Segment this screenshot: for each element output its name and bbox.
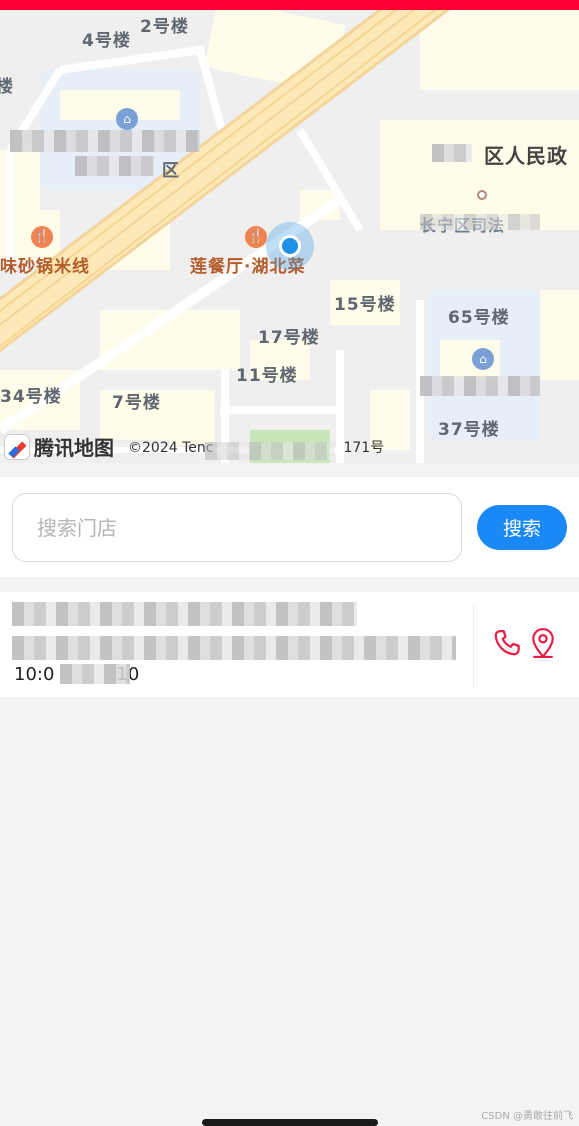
blurred-map-label [420,376,540,396]
map-label-building-11: 11号楼 [236,366,298,386]
map-label-community: 区 [162,161,180,181]
map-label-building-37: 37号楼 [438,420,500,440]
search-button[interactable]: 搜索 [477,505,567,550]
current-location-dot [279,235,301,257]
map-label-building-left: 楼 [0,77,14,97]
home-indicator[interactable] [202,1119,378,1126]
tencent-map-logo: 腾讯地图 [4,432,114,461]
store-address-redacted [12,636,456,660]
restaurant-poi-icon: 🍴 [31,226,53,248]
map-label-building-2: 2号楼 [140,17,189,37]
card-divider [473,606,474,688]
blurred-map-label [75,156,155,176]
map-label-building-4: 4号楼 [82,31,131,51]
store-search-input[interactable] [12,493,462,562]
compass-icon [4,433,30,460]
location-pin-icon[interactable] [528,626,558,660]
top-status-bar [0,0,579,10]
blurred-map-label [205,442,335,460]
search-bar: 搜索 [0,477,579,577]
blurred-map-label [432,144,472,162]
map-label-building-65: 65号楼 [448,308,510,328]
store-list-item[interactable]: 10:010 [0,592,579,697]
residence-icon: ⌂ [116,108,138,130]
map-label-building-7: 7号楼 [112,393,161,413]
blurred-map-label [420,214,540,230]
map-label-building-17: 17号楼 [258,328,320,348]
copyright-tail: 171号 [343,440,385,456]
store-hours-redacted [60,664,130,684]
copyright-text: ©2024 Tenc [128,440,214,456]
residence-icon: ⌂ [472,348,494,370]
store-name-redacted [12,602,357,626]
map-label-noodle-shop: 味砂锅米线 [0,257,90,277]
map-view[interactable]: 4号楼 2号楼 楼 ⌂ 区 区人民政 长宁区司法 🍴 味砂锅米线 🍴 莲餐厅·湖… [0,10,579,463]
restaurant-poi-icon: 🍴 [245,226,267,248]
government-poi-icon [477,190,487,200]
watermark: CSDN @勇敢往前飞 [481,1111,573,1122]
map-logo-text: 腾讯地图 [34,436,114,460]
map-label-building-15: 15号楼 [334,295,396,315]
phone-icon[interactable] [492,628,522,658]
blurred-map-label [10,130,200,152]
map-label-district-government: 区人民政 [484,144,568,168]
map-label-building-34: 34号楼 [0,387,62,407]
store-hours-start: 10:0 [14,664,55,685]
